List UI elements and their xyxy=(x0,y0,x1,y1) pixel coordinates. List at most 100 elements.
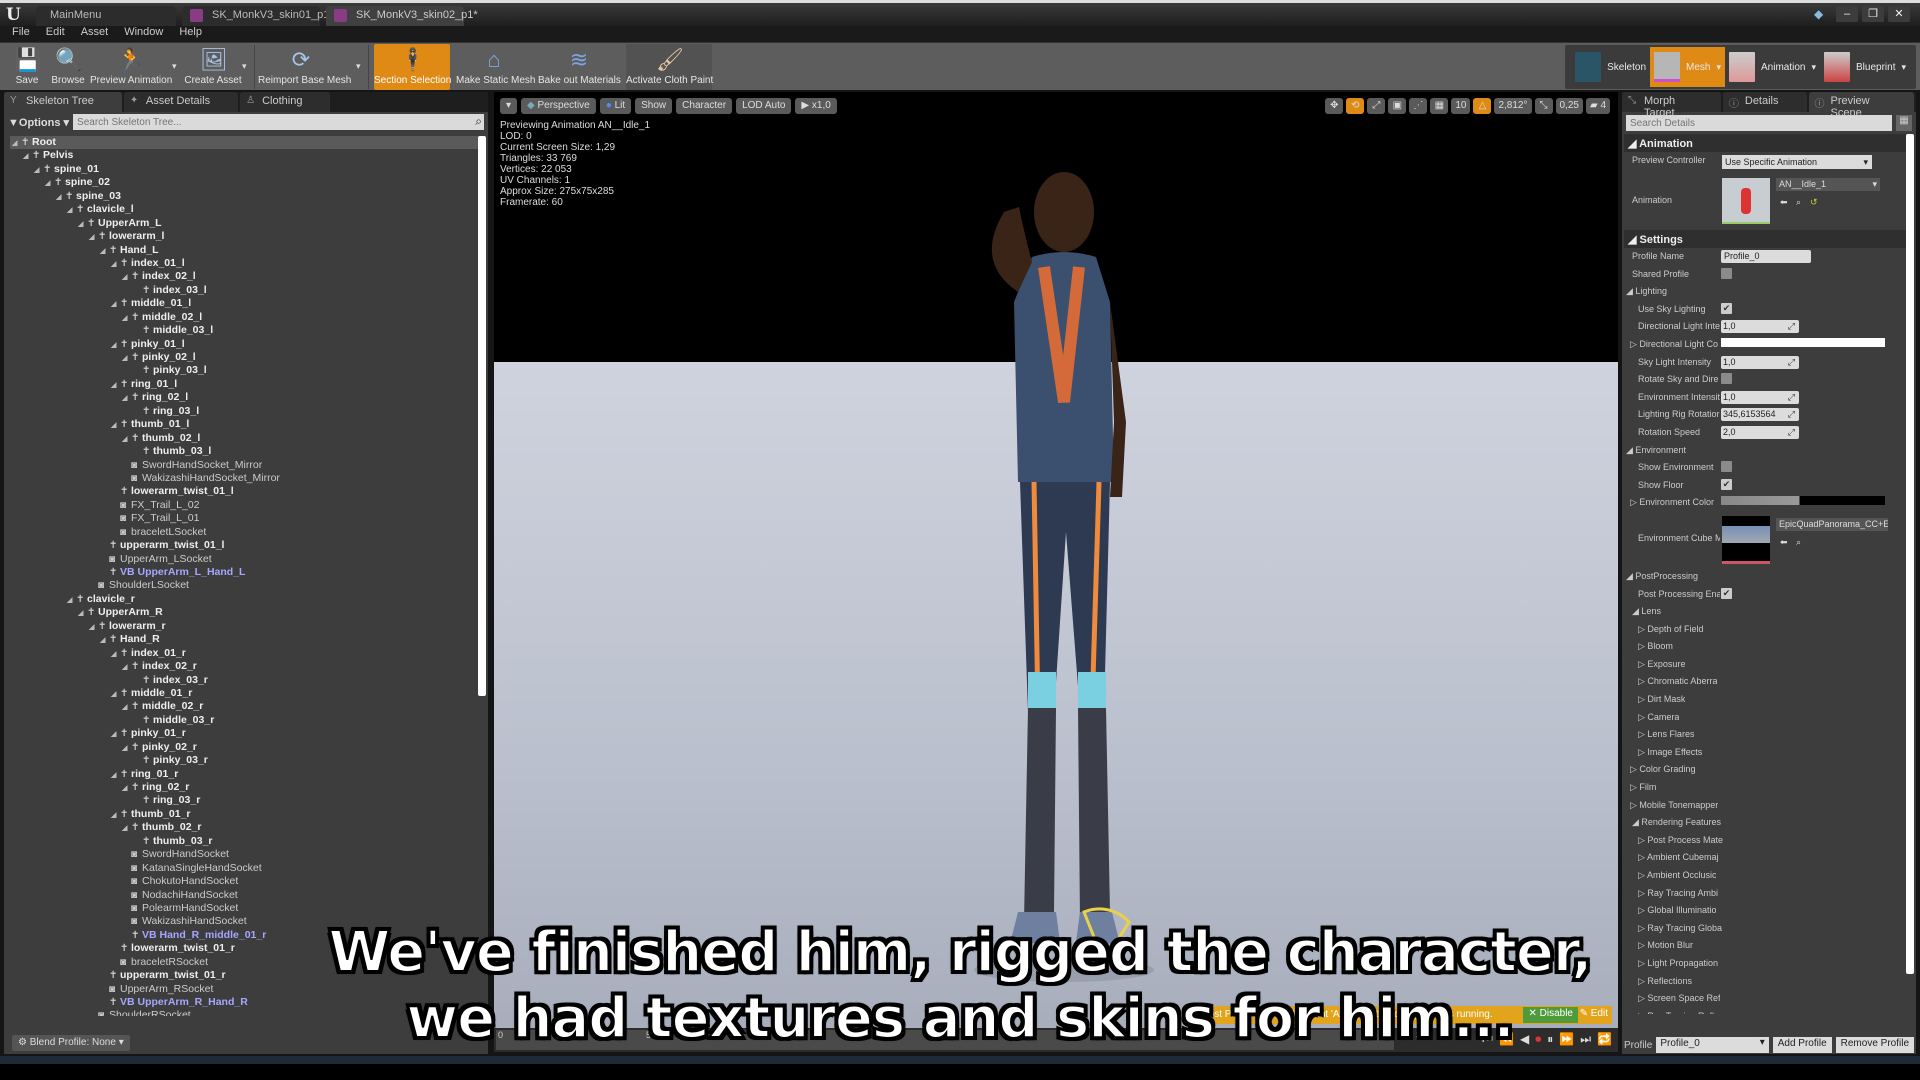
translate-mode-button[interactable]: ✥ xyxy=(1325,98,1344,114)
tree-socket-row[interactable]: ◙ PolearmHandSocket xyxy=(10,902,480,915)
tree-bone-row[interactable]: ✝ index_03_l xyxy=(10,284,480,297)
tab-asset-details[interactable]: ✦ Asset Details xyxy=(123,92,239,112)
lens-subcategory[interactable]: ◢ Lens xyxy=(1632,603,1661,621)
tab-skeleton-tree[interactable]: Y Skeleton Tree xyxy=(4,92,122,112)
expand-arrow-icon[interactable]: ◢ xyxy=(111,298,120,311)
tree-scrollbar[interactable] xyxy=(478,136,486,696)
scale-snap-value[interactable]: 0,25 xyxy=(1555,98,1583,114)
activate-cloth-paint-button[interactable]: 🖌 Activate Cloth Paint xyxy=(626,44,713,90)
browse-button[interactable]: 🔍 Browse xyxy=(48,44,88,90)
tree-bone-row[interactable]: ◢ ✝ clavicle_r xyxy=(10,593,480,606)
menu-file[interactable]: File xyxy=(12,26,30,42)
scale-snap-toggle[interactable]: ⤡ xyxy=(1534,98,1553,114)
tree-bone-row[interactable]: ◢ ✝ UpperArm_L xyxy=(10,217,480,230)
tree-bone-row[interactable]: ◢ ✝ pinky_01_l xyxy=(10,338,480,351)
expand-arrow-icon[interactable]: ◢ xyxy=(67,204,76,217)
show-button[interactable]: Show xyxy=(635,98,673,114)
expand-arrow-icon[interactable]: ◢ xyxy=(67,594,76,607)
expand-arrow-icon[interactable]: ◢ xyxy=(111,379,120,392)
restore-button[interactable]: ❐ xyxy=(1862,6,1884,22)
blend-profile-button[interactable]: ⚙ Blend Profile: None ▾ xyxy=(12,1035,130,1051)
tree-bone-row[interactable]: ✝ ring_03_r xyxy=(10,794,480,807)
expand-arrow-icon[interactable]: ◢ xyxy=(122,782,131,795)
grid-snap-toggle[interactable]: ▦ xyxy=(1430,98,1449,114)
tree-bone-row[interactable]: ◢ ✝ middle_01_r xyxy=(10,687,480,700)
tree-bone-row[interactable]: ✝ middle_03_r xyxy=(10,714,480,727)
sky-light-intensity-input[interactable]: 1,0 xyxy=(1721,355,1799,369)
expand-arrow-icon[interactable]: ◢ xyxy=(34,164,43,177)
expand-arrow-icon[interactable]: ◢ xyxy=(122,271,131,284)
camera-speed-button[interactable]: ▰ 4 xyxy=(1585,98,1610,114)
tab-morph-target[interactable]: ⤡ Morph Target xyxy=(1622,92,1721,119)
reimport-base-mesh-button[interactable]: ⟳ Reimport Base Mesh xyxy=(258,44,351,90)
tree-socket-row[interactable]: ◙ WakizashiHandSocket xyxy=(10,915,480,928)
postprocessing-subcategory[interactable]: ◢ PostProcessing xyxy=(1626,568,1698,586)
reimport-dropdown[interactable]: ▾ xyxy=(356,61,361,72)
tree-socket-row[interactable]: ◙ braceletLSocket xyxy=(10,526,480,539)
tree-virtual-bone-row[interactable]: ✝ VB Hand_R_middle_01_r xyxy=(10,929,480,942)
close-button[interactable]: ✕ xyxy=(1888,6,1910,22)
expand-arrow-icon[interactable]: ◢ xyxy=(111,809,120,822)
mode-mesh[interactable]: Mesh ▾ xyxy=(1650,47,1725,87)
collapsed-subcategory[interactable]: ▷ Depth of Field xyxy=(1624,621,1906,639)
tree-socket-row[interactable]: ◙ WakizashiHandSocket_Mirror xyxy=(10,472,480,485)
use-asset-arrow-icon[interactable]: ⬅ xyxy=(1780,534,1788,552)
bake-out-materials-button[interactable]: ≋ Bake out Materials xyxy=(538,44,621,90)
timeline-scrubber[interactable]: 0 5 69 325 xyxy=(496,1030,1431,1050)
mode-blueprint[interactable]: Blueprint ▾ xyxy=(1820,47,1910,87)
animation-dropdown-icon[interactable]: ▾ xyxy=(1811,62,1816,73)
collapsed-subcategory[interactable]: ▷ Global Illuminatio xyxy=(1624,902,1906,920)
tree-socket-row[interactable]: ◙ ChokutoHandSocket xyxy=(10,875,480,888)
browse-asset-icon[interactable]: ⌕ xyxy=(1796,534,1801,552)
tree-bone-row[interactable]: ◢ ✝ ring_02_r xyxy=(10,781,480,794)
tree-socket-row[interactable]: ◙ NodachiHandSocket xyxy=(10,889,480,902)
expand-arrow-icon[interactable]: ◢ xyxy=(23,150,32,163)
tree-bone-row[interactable]: ◢ ✝ thumb_02_r xyxy=(10,821,480,834)
step-forward-icon[interactable]: ⏩ xyxy=(1559,1032,1574,1047)
character-button[interactable]: Character xyxy=(676,98,733,114)
tab-skin02[interactable]: SK_MonkV3_skin02_p1* xyxy=(326,6,478,26)
tree-socket-row[interactable]: ◙ braceletRSocket xyxy=(10,956,480,969)
add-profile-button[interactable]: Add Profile xyxy=(1772,1037,1832,1053)
tree-bone-row[interactable]: ◢ ✝ middle_02_l xyxy=(10,311,480,324)
expand-arrow-icon[interactable]: ◢ xyxy=(122,742,131,755)
collapsed-subcategory[interactable]: ▷ Dirt Mask xyxy=(1624,691,1906,709)
tree-bone-row[interactable]: ✝ thumb_03_r xyxy=(10,835,480,848)
tree-socket-row[interactable]: ◙ FX_Trail_L_02 xyxy=(10,499,480,512)
animation-asset-picker[interactable]: AN__Idle_1 ▾ xyxy=(1776,178,1880,191)
preview-controller-dropdown[interactable]: Use Specific Animation ▾ xyxy=(1722,155,1872,169)
show-floor-checkbox[interactable]: ✔ xyxy=(1721,478,1732,490)
remove-profile-button[interactable]: Remove Profile xyxy=(1835,1037,1914,1053)
collapsed-subcategory[interactable]: ▷ Camera xyxy=(1624,709,1906,727)
rotation-snap-toggle[interactable]: △ xyxy=(1473,98,1492,114)
search-icon[interactable]: ⌕ xyxy=(475,114,482,129)
tree-bone-row[interactable]: ✝ ring_03_l xyxy=(10,405,480,418)
expand-arrow-icon[interactable]: ◢ xyxy=(89,621,98,634)
tree-bone-row[interactable]: ◢ ✝ Pelvis xyxy=(10,149,480,162)
tree-socket-row[interactable]: ◙ UpperArm_LSocket xyxy=(10,553,480,566)
tree-bone-row[interactable]: ✝ index_03_r xyxy=(10,674,480,687)
view-options-icon[interactable]: ▦ xyxy=(1896,115,1912,131)
playback-speed-button[interactable]: ▶ x1,0 xyxy=(795,98,837,114)
collapsed-subcategory[interactable]: ▷ Film xyxy=(1624,779,1906,797)
tree-bone-row[interactable]: ◢ ✝ thumb_01_r xyxy=(10,808,480,821)
category-animation[interactable]: ◢ Animation xyxy=(1624,134,1906,152)
preview-animation-button[interactable]: 🏃 Preview Animation xyxy=(90,44,172,90)
tree-socket-row[interactable]: ◙ FX_Trail_L_01 xyxy=(10,512,480,525)
tab-preview-scene[interactable]: ⓘ Preview Scene xyxy=(1808,92,1914,119)
collapsed-subcategory[interactable]: ▷ Color Grading xyxy=(1624,761,1906,779)
environment-color-swatch[interactable] xyxy=(1721,496,1885,506)
use-sky-lighting-checkbox[interactable]: ✔ xyxy=(1721,302,1732,314)
expand-arrow-icon[interactable]: ◢ xyxy=(111,258,120,271)
collapsed-subcategory[interactable]: ▷ Ray Tracing Globa xyxy=(1624,920,1906,938)
tree-bone-row[interactable]: ◢ ✝ Hand_L xyxy=(10,244,480,257)
environment-intensity-input[interactable]: 1,0 xyxy=(1721,390,1799,404)
tree-bone-row[interactable]: ✝ pinky_03_l xyxy=(10,364,480,377)
tree-virtual-bone-row[interactable]: ✝ VB UpperArm_L_Hand_L xyxy=(10,566,480,579)
rotate-mode-button[interactable]: ⟲ xyxy=(1346,98,1365,114)
lighting-rig-rotation-input[interactable]: 345,6153564 xyxy=(1721,408,1799,422)
expand-arrow-icon[interactable]: ◢ xyxy=(122,392,131,405)
lod-button[interactable]: LOD Auto xyxy=(736,98,792,114)
post-processing-enabled-checkbox[interactable]: ✔ xyxy=(1721,587,1732,599)
mesh-dropdown-icon[interactable]: ▾ xyxy=(1716,62,1721,73)
